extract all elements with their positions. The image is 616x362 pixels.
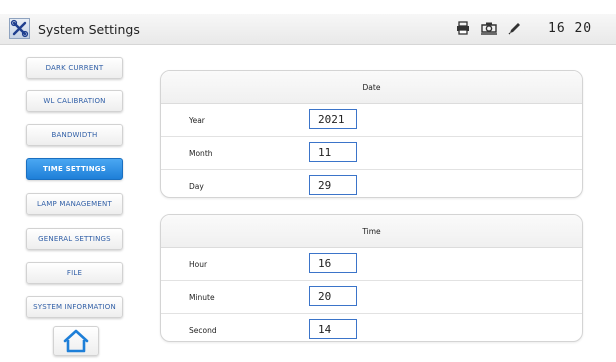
day-label: Day	[189, 182, 204, 191]
nav-lamp-management-button[interactable]: LAMP MANAGEMENT	[26, 193, 123, 215]
app-logo-icon	[9, 18, 30, 39]
day-input[interactable]: 29	[309, 175, 357, 195]
title-bar: System Settings 16 20	[0, 14, 616, 45]
date-panel-title: Date	[161, 71, 582, 104]
minute-row: Minute 20	[161, 281, 582, 314]
second-input[interactable]: 14	[309, 319, 357, 339]
day-row: Day 29	[161, 170, 582, 197]
nav-wl-calibration-button[interactable]: WL CALIBRATION	[26, 90, 123, 112]
minute-input[interactable]: 20	[309, 286, 357, 306]
second-label: Second	[189, 326, 217, 335]
camera-icon[interactable]	[480, 20, 497, 36]
time-panel: Time Hour 16 Minute 20 Second 14	[160, 214, 583, 342]
date-panel: Date Year 2021 Month 11 Day 29	[160, 70, 583, 198]
month-input[interactable]: 11	[309, 142, 357, 162]
time-panel-title: Time	[161, 215, 582, 248]
month-label: Month	[189, 149, 213, 158]
month-row: Month 11	[161, 137, 582, 170]
year-label: Year	[189, 116, 205, 125]
nav-dark-current-button[interactable]: DARK CURRENT	[26, 57, 123, 79]
home-button[interactable]	[53, 326, 99, 356]
minute-label: Minute	[189, 293, 215, 302]
nav-file-button[interactable]: FILE	[26, 262, 123, 284]
top-strip	[0, 0, 616, 14]
printer-icon[interactable]	[455, 20, 471, 36]
home-icon	[63, 329, 89, 353]
nav-time-settings-button[interactable]: TIME SETTINGS	[26, 158, 123, 180]
year-row: Year 2021	[161, 104, 582, 137]
page-title: System Settings	[38, 22, 140, 37]
hour-row: Hour 16	[161, 248, 582, 281]
pen-icon[interactable]	[507, 20, 523, 36]
year-input[interactable]: 2021	[309, 109, 357, 129]
hour-label: Hour	[189, 260, 208, 269]
clock-display: 16 20	[548, 21, 593, 36]
sidebar: DARK CURRENT WL CALIBRATION BANDWIDTH TI…	[0, 45, 148, 362]
second-row: Second 14	[161, 314, 582, 341]
nav-bandwidth-button[interactable]: BANDWIDTH	[26, 124, 123, 146]
nav-general-settings-button[interactable]: GENERAL SETTINGS	[26, 228, 123, 250]
hour-input[interactable]: 16	[309, 253, 357, 273]
nav-system-information-button[interactable]: SYSTEM INFORMATION	[26, 296, 123, 318]
